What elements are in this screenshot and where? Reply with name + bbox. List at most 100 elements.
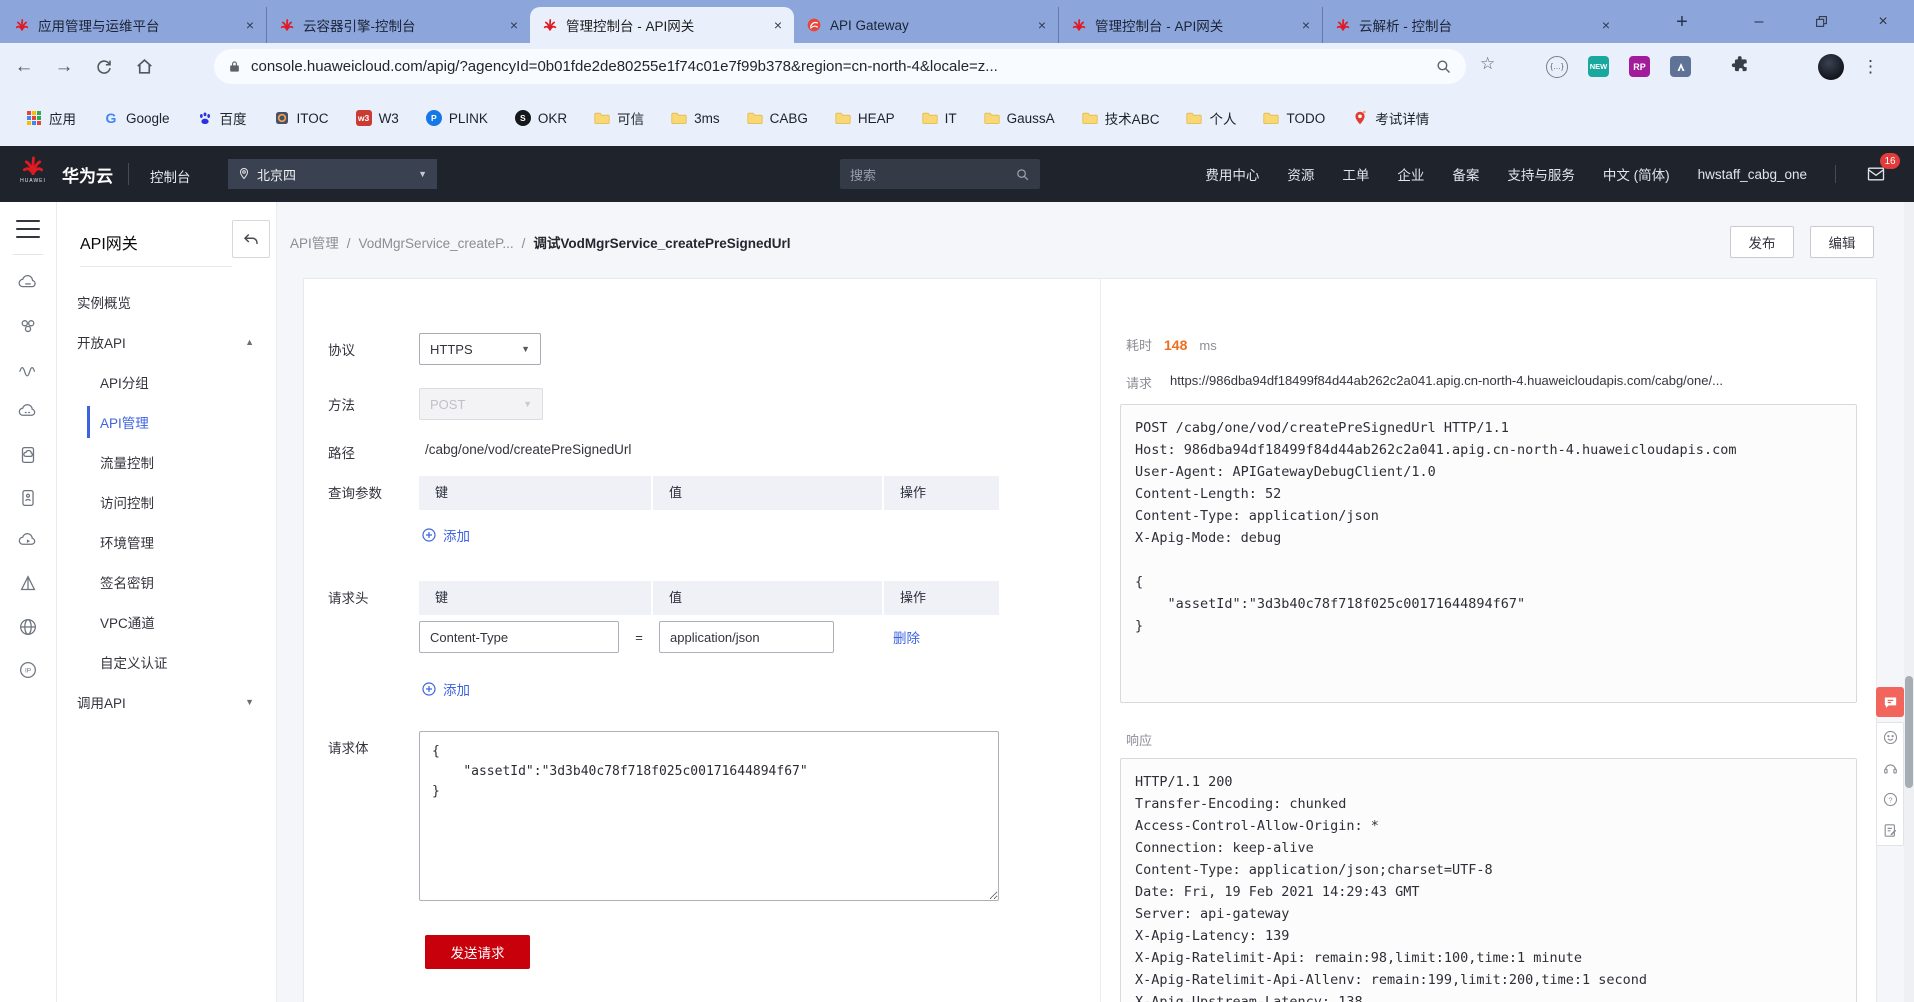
sidebar-item-API管理[interactable]: API管理	[57, 402, 276, 442]
bookmark-item[interactable]: 可信	[594, 108, 644, 128]
cloud-media-icon[interactable]	[16, 529, 40, 553]
close-window-button[interactable]: ×	[1852, 0, 1914, 43]
global-network-icon[interactable]	[16, 615, 40, 639]
request-body-textarea[interactable]: { "assetId":"3d3b40c78f718f025c001716448…	[419, 731, 999, 901]
browser-menu-icon[interactable]: ⋮	[1862, 57, 1879, 77]
tab-close-icon[interactable]: ×	[244, 17, 256, 33]
server-card-icon[interactable]	[16, 486, 40, 510]
feedback-smile-icon[interactable]	[1882, 729, 1899, 746]
protocol-select[interactable]: HTTPS ▼	[419, 333, 541, 365]
profile-avatar[interactable]	[1818, 53, 1844, 80]
bookmark-item[interactable]: 应用	[26, 108, 76, 128]
forward-button[interactable]: →	[52, 55, 76, 79]
reload-button[interactable]	[92, 55, 116, 79]
publish-button[interactable]: 发布	[1730, 226, 1794, 258]
zoom-magnifier-icon[interactable]	[1435, 58, 1452, 75]
sidebar-item-签名密钥[interactable]: 签名密钥	[57, 562, 276, 602]
console-nav-item[interactable]: 费用中心	[1205, 164, 1259, 184]
region-selector[interactable]: 北京四 ▼	[228, 159, 437, 189]
tab-close-icon[interactable]: ×	[508, 17, 520, 33]
tab-close-icon[interactable]: ×	[1600, 17, 1612, 33]
tab-close-icon[interactable]: ×	[1036, 17, 1048, 33]
cloud-network-icon[interactable]	[16, 400, 40, 424]
new-tab-button[interactable]: +	[1668, 8, 1696, 36]
bookmark-item[interactable]: 个人	[1186, 108, 1236, 128]
browser-tab[interactable]: 云容器引擎-控制台 ×	[266, 7, 530, 43]
address-bar[interactable]: console.huaweicloud.com/apig/?agencyId=0…	[214, 49, 1466, 84]
waveform-icon[interactable]	[16, 357, 40, 381]
console-nav-item[interactable]: 工单	[1342, 164, 1369, 184]
bookmark-item[interactable]: G Google	[103, 110, 170, 126]
messages-button[interactable]: 16	[1864, 153, 1900, 184]
support-headset-icon[interactable]	[1882, 760, 1899, 777]
bookmark-star-icon[interactable]: ☆	[1480, 54, 1495, 74]
help-question-icon[interactable]: ?	[1882, 791, 1899, 808]
prism-icon[interactable]	[16, 572, 40, 596]
scrollbar-thumb[interactable]	[1905, 676, 1913, 788]
edit-button[interactable]: 编辑	[1810, 226, 1874, 258]
console-search-input[interactable]: 搜索	[840, 159, 1040, 189]
sidebar-item-API分组[interactable]: API分组	[57, 362, 276, 402]
hamburger-menu-icon[interactable]	[16, 220, 40, 238]
browser-tab[interactable]: 应用管理与运维平台 ×	[2, 7, 266, 43]
account-menu[interactable]: hwstaff_cabg_one	[1698, 167, 1807, 182]
page-scrollbar[interactable]	[1904, 202, 1914, 1002]
ip-address-icon[interactable]: IP	[16, 658, 40, 682]
header-key-input[interactable]: Content-Type	[419, 621, 619, 653]
sidebar-item-访问控制[interactable]: 访问控制	[57, 482, 276, 522]
console-nav-item[interactable]: 资源	[1287, 164, 1314, 184]
console-link[interactable]: 控制台	[150, 166, 191, 186]
console-nav-item[interactable]: 中文 (简体)	[1603, 164, 1670, 184]
bookmark-item[interactable]: GaussA	[984, 110, 1055, 126]
sidebar-item-VPC通道[interactable]: VPC通道	[57, 602, 276, 642]
send-request-button[interactable]: 发送请求	[425, 935, 530, 969]
collapse-sidenav-button[interactable]	[232, 220, 270, 258]
breadcrumb-api-group[interactable]: VodMgrService_createP...	[359, 236, 514, 251]
tab-close-icon[interactable]: ×	[1300, 17, 1312, 33]
browser-tab[interactable]: 管理控制台 - API网关 ×	[1058, 7, 1322, 43]
bookmark-item[interactable]: HEAP	[835, 110, 895, 126]
resource-group-icon[interactable]	[16, 314, 40, 338]
bookmark-item[interactable]: 百度	[197, 108, 247, 128]
braces-extension-icon[interactable]: {…}	[1546, 55, 1568, 78]
rp-extension-icon[interactable]: RP	[1629, 56, 1650, 77]
sidebar-item-开放API[interactable]: 开放API ▲	[57, 322, 276, 362]
console-nav-item[interactable]: 支持与服务	[1507, 164, 1575, 184]
bookmark-item[interactable]: TODO	[1263, 110, 1325, 126]
bookmark-item[interactable]: w3 W3	[355, 110, 399, 126]
feedback-chat-button[interactable]	[1876, 687, 1904, 717]
bookmark-item[interactable]: ITOC	[274, 110, 329, 126]
sidebar-item-调用API[interactable]: 调用API ▼	[57, 682, 276, 722]
new-extension-icon[interactable]: NEW	[1588, 56, 1609, 77]
sidebar-item-环境管理[interactable]: 环境管理	[57, 522, 276, 562]
bookmark-item[interactable]: 技术ABC	[1082, 108, 1159, 128]
device-cloud-icon[interactable]	[16, 443, 40, 467]
delete-header-link[interactable]: 删除	[893, 627, 920, 647]
browser-tab[interactable]: 云解析 - 控制台 ×	[1322, 7, 1622, 43]
tab-close-icon[interactable]: ×	[772, 17, 784, 33]
bookmark-item[interactable]: IT	[922, 110, 957, 126]
console-nav-item[interactable]: 备案	[1452, 164, 1479, 184]
sidebar-item-流量控制[interactable]: 流量控制	[57, 442, 276, 482]
maximize-button[interactable]	[1790, 0, 1852, 43]
huawei-logo[interactable]: HUAWEI	[18, 153, 48, 184]
bookmark-item[interactable]: CABG	[747, 110, 808, 126]
back-button[interactable]: ←	[12, 55, 36, 79]
home-button[interactable]	[132, 55, 156, 79]
bookmark-item[interactable]: P PLINK	[425, 110, 488, 126]
header-value-input[interactable]: application/json	[659, 621, 834, 653]
puzzle-extensions-icon[interactable]	[1731, 54, 1751, 79]
minimize-button[interactable]: –	[1728, 0, 1790, 43]
bookmark-item[interactable]: 考试详情	[1352, 108, 1429, 128]
add-header-link[interactable]: 添加	[421, 679, 470, 699]
bookmark-item[interactable]: 3ms	[671, 110, 720, 126]
sidebar-item-实例概览[interactable]: 实例概览	[57, 282, 276, 322]
console-nav-item[interactable]: 企业	[1397, 164, 1424, 184]
browser-tab[interactable]: 管理控制台 - API网关 ×	[530, 7, 794, 43]
survey-edit-icon[interactable]	[1882, 822, 1899, 839]
add-query-param-link[interactable]: 添加	[421, 525, 470, 545]
bookmark-item[interactable]: S OKR	[514, 110, 567, 126]
breadcrumb-api-management[interactable]: API管理	[290, 236, 339, 251]
cloud-server-icon[interactable]	[16, 271, 40, 295]
sidebar-item-自定义认证[interactable]: 自定义认证	[57, 642, 276, 682]
